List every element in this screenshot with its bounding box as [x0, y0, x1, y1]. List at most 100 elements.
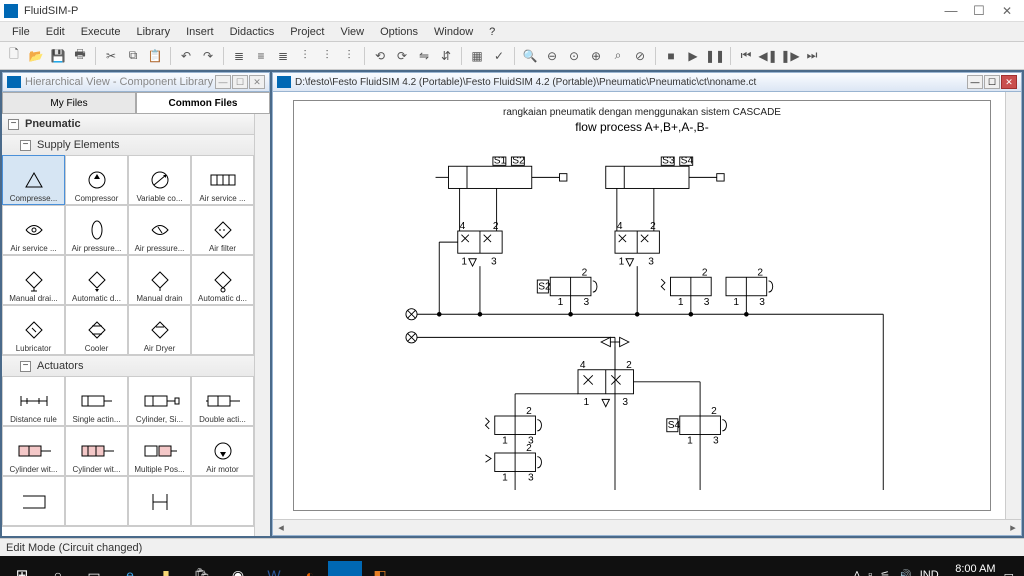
- library-item[interactable]: Air pressure...: [65, 205, 128, 255]
- fluidsim-taskbar-icon[interactable]: [328, 561, 362, 576]
- menu-help[interactable]: ?: [481, 26, 503, 38]
- tab-my-files[interactable]: My Files: [2, 92, 136, 113]
- library-item[interactable]: Air service ...: [2, 205, 65, 255]
- menu-execute[interactable]: Execute: [73, 26, 129, 38]
- tab-common-files[interactable]: Common Files: [136, 92, 270, 113]
- flip-v-icon[interactable]: ⇵: [436, 46, 456, 66]
- open-icon[interactable]: 📂: [26, 46, 46, 66]
- menu-project[interactable]: Project: [282, 26, 332, 38]
- flip-h-icon[interactable]: ⇋: [414, 46, 434, 66]
- library-item[interactable]: Automatic d...: [191, 255, 254, 305]
- align-top-icon[interactable]: ⫶: [295, 46, 315, 66]
- copy-icon[interactable]: ⧉: [123, 46, 143, 66]
- library-item[interactable]: Manual drai...: [2, 255, 65, 305]
- notifications-icon[interactable]: ▭: [1004, 569, 1014, 576]
- library-item[interactable]: Cylinder, Si...: [128, 376, 191, 426]
- taskview-icon[interactable]: ▭: [76, 560, 112, 576]
- section-supply-elements[interactable]: − Supply Elements: [2, 135, 254, 155]
- library-item[interactable]: Automatic d...: [65, 255, 128, 305]
- library-item[interactable]: Compresse...: [2, 155, 65, 205]
- section-pneumatic[interactable]: − Pneumatic: [2, 114, 254, 134]
- library-item[interactable]: Cooler: [65, 305, 128, 355]
- store-icon[interactable]: 🛍: [184, 560, 220, 576]
- library-item[interactable]: Cylinder wit...: [2, 426, 65, 476]
- system-tray[interactable]: ˄ ▫ ⚟ 🔊 IND 8:00 AM 2/12/2018 ▭: [854, 563, 1020, 576]
- library-item[interactable]: Cylinder wit...: [65, 426, 128, 476]
- library-item[interactable]: Multiple Pos...: [128, 426, 191, 476]
- word-icon[interactable]: W: [256, 560, 292, 576]
- paste-icon[interactable]: 📋: [145, 46, 165, 66]
- circuit-max-button[interactable]: ☐: [984, 75, 1000, 89]
- library-scrollbar[interactable]: [254, 114, 270, 536]
- align-right-icon[interactable]: ≣: [273, 46, 293, 66]
- library-item[interactable]: Manual drain: [128, 255, 191, 305]
- stop-icon[interactable]: ■: [661, 46, 681, 66]
- new-icon[interactable]: 🗋: [4, 46, 24, 66]
- firefox-icon[interactable]: ◐: [292, 560, 328, 576]
- menu-edit[interactable]: Edit: [38, 26, 73, 38]
- library-item[interactable]: Lubricator: [2, 305, 65, 355]
- wifi-icon[interactable]: ⚟: [880, 569, 890, 576]
- cortana-icon[interactable]: ○: [40, 560, 76, 576]
- menu-window[interactable]: Window: [426, 26, 481, 38]
- battery-icon[interactable]: ▫: [868, 569, 872, 576]
- zoom-out-icon[interactable]: ⊖: [542, 46, 562, 66]
- redo-icon[interactable]: ↷: [198, 46, 218, 66]
- app-icon[interactable]: ◧: [362, 560, 398, 576]
- library-item[interactable]: Air motor: [191, 426, 254, 476]
- menu-didactics[interactable]: Didactics: [222, 26, 283, 38]
- library-min-button[interactable]: —: [215, 75, 231, 89]
- collapse-icon[interactable]: −: [8, 119, 19, 130]
- collapse-icon[interactable]: −: [20, 140, 31, 151]
- canvas-hscrollbar[interactable]: ◂ ▸: [273, 519, 1021, 535]
- grid-icon[interactable]: ▦: [467, 46, 487, 66]
- window-close-button[interactable]: ✕: [994, 3, 1020, 19]
- library-max-button[interactable]: ☐: [232, 75, 248, 89]
- save-icon[interactable]: 💾: [48, 46, 68, 66]
- circuit-canvas[interactable]: rangkaian pneumatik dengan menggunakan s…: [272, 92, 1022, 536]
- library-item[interactable]: Air pressure...: [128, 205, 191, 255]
- align-center-icon[interactable]: ≡: [251, 46, 271, 66]
- scroll-left-icon[interactable]: ◂: [273, 521, 289, 534]
- window-maximize-button[interactable]: ☐: [966, 3, 992, 19]
- print-icon[interactable]: 🖶: [70, 46, 90, 66]
- zoom-area-icon[interactable]: ⌕: [608, 46, 628, 66]
- scroll-right-icon[interactable]: ▸: [1005, 521, 1021, 534]
- library-item[interactable]: Air Dryer: [128, 305, 191, 355]
- undo-icon[interactable]: ↶: [176, 46, 196, 66]
- rotate-left-icon[interactable]: ⟲: [370, 46, 390, 66]
- explorer-icon[interactable]: ▮: [148, 560, 184, 576]
- circuit-min-button[interactable]: —: [967, 75, 983, 89]
- library-close-button[interactable]: ✕: [249, 75, 265, 89]
- library-item[interactable]: Double acti...: [191, 376, 254, 426]
- zoom-100-icon[interactable]: ⊙: [564, 46, 584, 66]
- tray-up-icon[interactable]: ˄: [854, 569, 860, 576]
- menu-options[interactable]: Options: [372, 26, 426, 38]
- next-icon[interactable]: ❚▶: [780, 46, 800, 66]
- check-icon[interactable]: ✓: [489, 46, 509, 66]
- clock[interactable]: 8:00 AM 2/12/2018: [947, 563, 996, 576]
- library-item[interactable]: Air filter: [191, 205, 254, 255]
- library-item[interactable]: Compressor: [65, 155, 128, 205]
- library-item[interactable]: Single actin...: [65, 376, 128, 426]
- align-mid-icon[interactable]: ⫶: [317, 46, 337, 66]
- window-minimize-button[interactable]: —: [938, 3, 964, 19]
- last-icon[interactable]: ⏭: [802, 46, 822, 66]
- cut-icon[interactable]: ✂: [101, 46, 121, 66]
- menu-insert[interactable]: Insert: [178, 26, 222, 38]
- collapse-icon[interactable]: −: [20, 361, 31, 372]
- library-item[interactable]: Variable co...: [128, 155, 191, 205]
- align-bot-icon[interactable]: ⫶: [339, 46, 359, 66]
- first-icon[interactable]: ⏮: [736, 46, 756, 66]
- volume-icon[interactable]: 🔊: [898, 569, 912, 576]
- zoom-prev-icon[interactable]: ⊘: [630, 46, 650, 66]
- canvas-vscrollbar[interactable]: [1005, 92, 1021, 519]
- section-actuators[interactable]: − Actuators: [2, 356, 254, 376]
- align-left-icon[interactable]: ≣: [229, 46, 249, 66]
- pause-icon[interactable]: ❚❚: [705, 46, 725, 66]
- zoom-in-icon[interactable]: ⊕: [586, 46, 606, 66]
- ime-indicator[interactable]: IND: [920, 569, 939, 576]
- chrome-icon[interactable]: ◉: [220, 560, 256, 576]
- prev-icon[interactable]: ◀❚: [758, 46, 778, 66]
- edge-icon[interactable]: e: [112, 560, 148, 576]
